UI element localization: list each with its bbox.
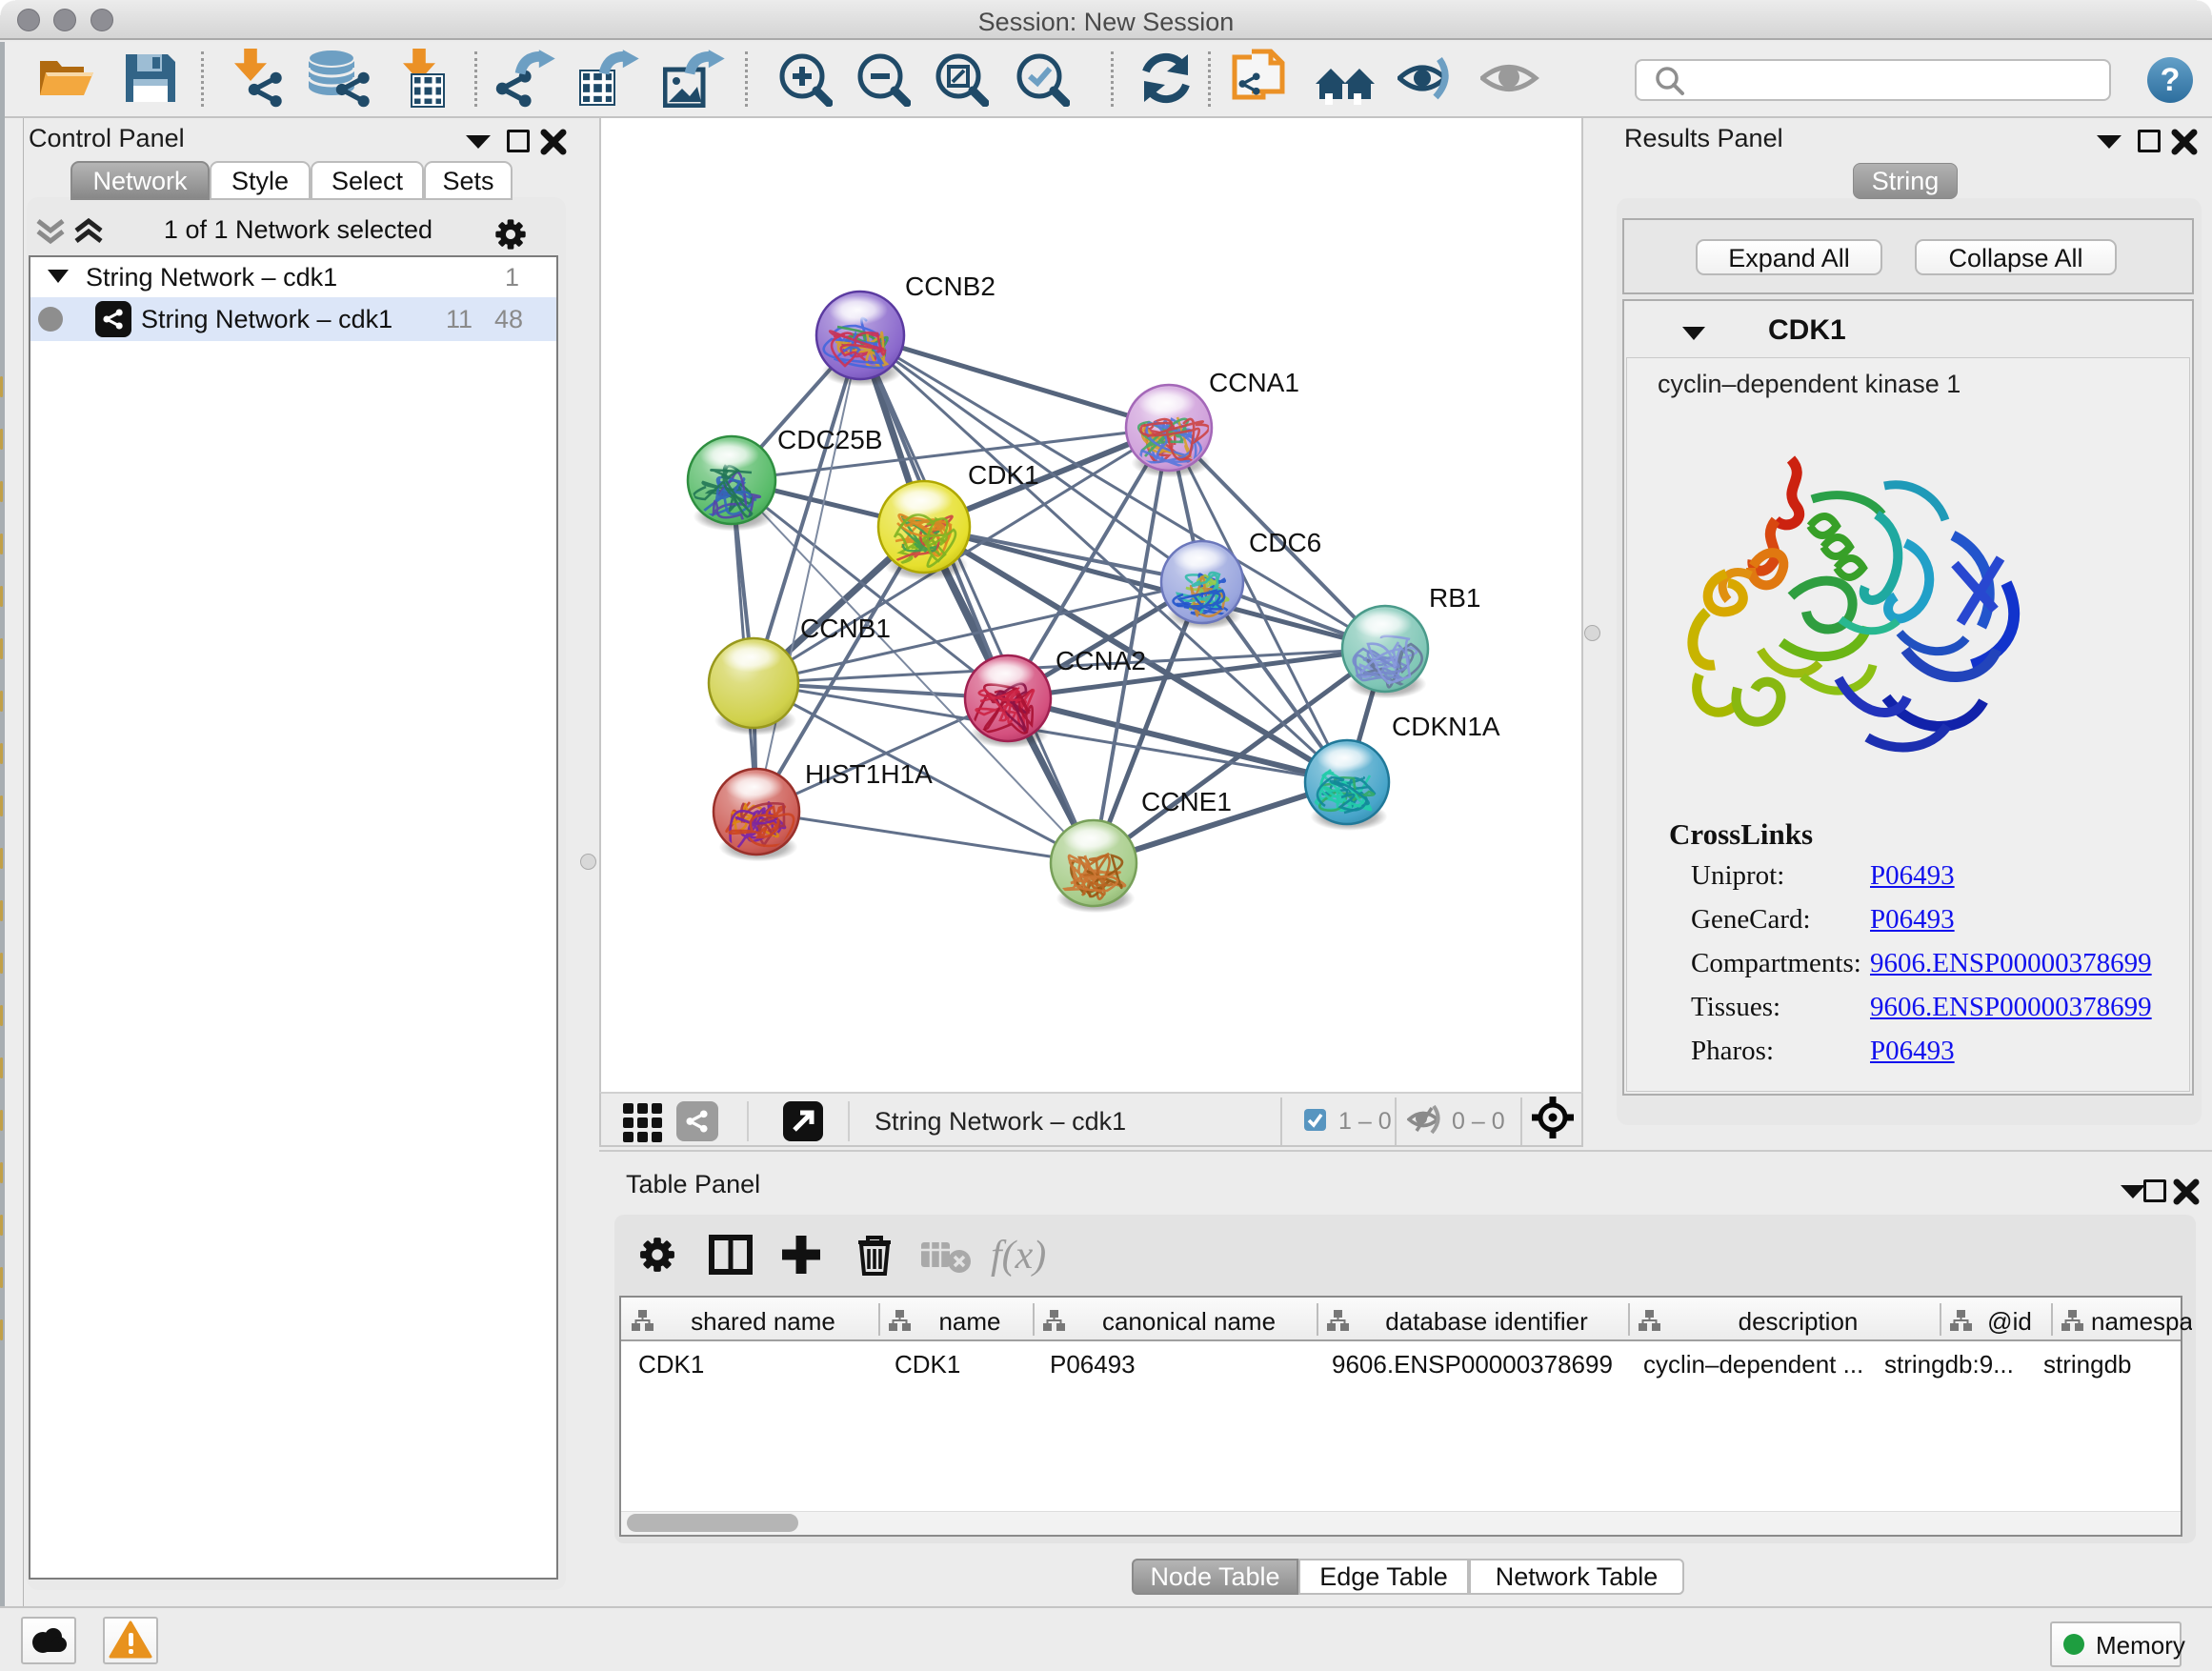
svg-text:CDC6: CDC6 [1249, 528, 1321, 557]
svg-text:CCNE1: CCNE1 [1141, 787, 1232, 816]
svg-text:CCNB1: CCNB1 [800, 614, 891, 643]
svg-text:RB1: RB1 [1429, 583, 1480, 613]
svg-text:HIST1H1A: HIST1H1A [805, 759, 933, 789]
svg-text:CDKN1A: CDKN1A [1392, 712, 1500, 741]
svg-text:CCNB2: CCNB2 [905, 272, 995, 301]
svg-text:CDC25B: CDC25B [777, 425, 882, 454]
svg-text:CCNA2: CCNA2 [1056, 646, 1146, 675]
svg-text:CCNA1: CCNA1 [1209, 368, 1299, 397]
svg-text:CDK1: CDK1 [968, 460, 1039, 490]
